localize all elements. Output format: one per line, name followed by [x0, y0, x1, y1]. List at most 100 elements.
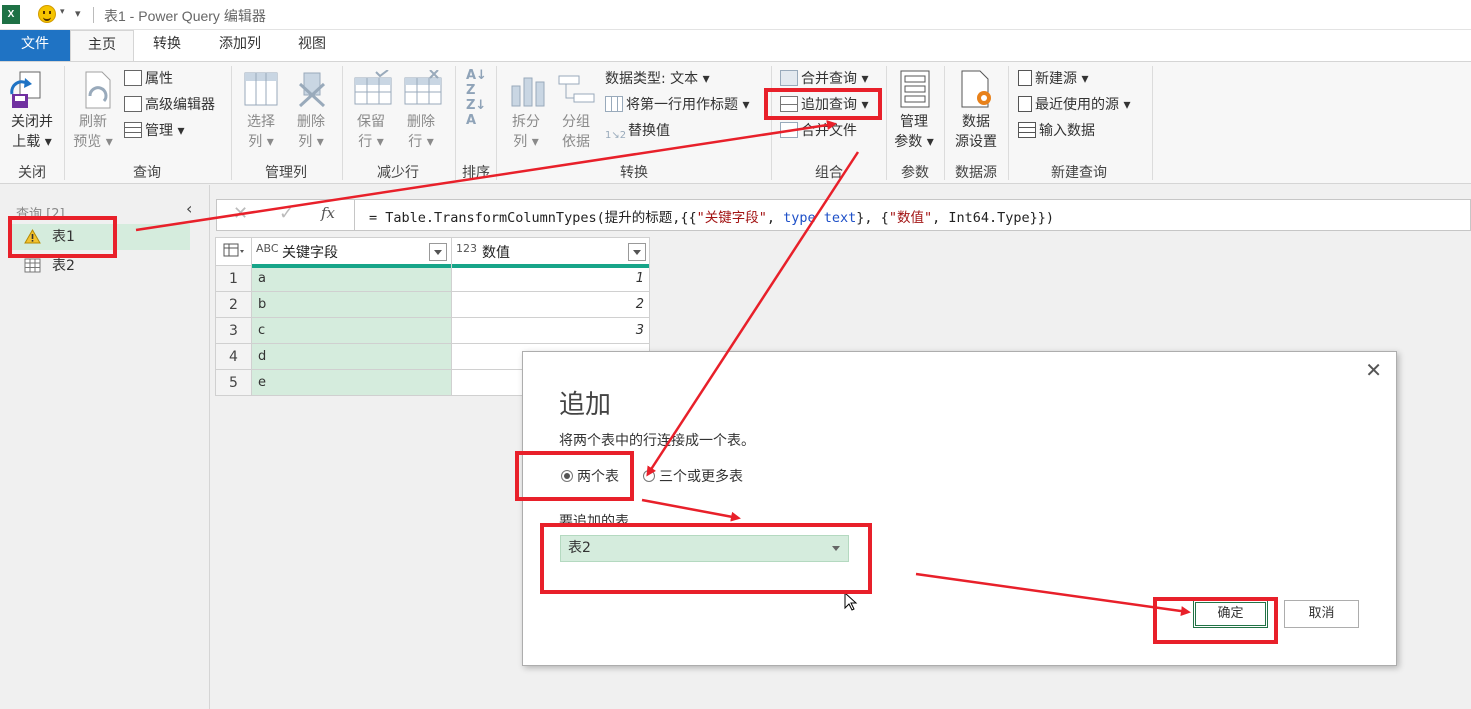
close-and-load-icon[interactable]: [10, 70, 44, 110]
enter-data-button[interactable]: 输入数据: [1018, 120, 1095, 142]
use-first-row-as-headers-button: 将第一行用作标题 ▾: [605, 94, 749, 116]
cancel-button[interactable]: 取消: [1284, 600, 1359, 628]
properties-button[interactable]: 属性: [124, 68, 173, 90]
group-label-parameters: 参数: [901, 165, 929, 181]
group-by-icon: [558, 75, 595, 103]
cell[interactable]: 1: [451, 265, 650, 292]
table-row[interactable]: 3c3: [215, 317, 650, 344]
manage-parameters-button[interactable]: 管理 参数 ▾: [888, 112, 940, 152]
group-label-combine: 组合: [815, 165, 843, 181]
recent-sources-icon: [1018, 96, 1032, 112]
formula-text[interactable]: = Table.TransformColumnTypes(提升的标题,{{"关键…: [369, 206, 1054, 226]
query-item-table2[interactable]: 表2: [12, 253, 190, 279]
collapse-pane-icon[interactable]: ‹: [186, 199, 192, 218]
function-icon[interactable]: fx: [321, 204, 335, 222]
data-source-settings-button[interactable]: 数据 源设置: [948, 112, 1004, 152]
radio-two-tables[interactable]: 两个表: [561, 466, 619, 486]
radio-unselected-icon: [643, 470, 655, 482]
table-icon: [24, 258, 41, 273]
tab-add-column[interactable]: 添加列: [204, 30, 276, 61]
group-label-transform: 转换: [620, 165, 648, 181]
warning-icon: [24, 229, 41, 244]
column-header-key[interactable]: ABC 关键字段: [251, 237, 452, 268]
recent-sources-button[interactable]: 最近使用的源 ▾: [1018, 94, 1130, 116]
enter-data-icon: [1018, 122, 1036, 138]
window-title: 表1 - Power Query 编辑器: [104, 8, 266, 24]
title-separator: [93, 7, 94, 23]
text-type-icon[interactable]: ABC: [256, 242, 279, 255]
column-header-label: 关键字段: [282, 244, 338, 261]
group-label-sort: 排序: [462, 165, 490, 181]
remove-rows-button: 删除行 ▾: [407, 114, 435, 150]
table-menu-button[interactable]: [215, 237, 252, 266]
table-row[interactable]: 2b2: [215, 291, 650, 318]
new-source-button[interactable]: 新建源 ▾: [1018, 68, 1088, 90]
chevron-down-icon: [832, 546, 840, 551]
tab-home[interactable]: 主页: [70, 30, 134, 61]
dialog-description: 将两个表中的行连接成一个表。: [559, 433, 755, 449]
ribbon-tabs: 文件 主页 转换 添加列 视图: [0, 30, 1471, 61]
manage-button[interactable]: 管理 ▾: [124, 120, 184, 142]
number-type-icon[interactable]: 123: [456, 242, 477, 255]
sort-descending-icon: Z↓ A: [466, 98, 487, 128]
column-header-value[interactable]: 123 数值: [451, 237, 650, 268]
formula-bar-buttons: ✕ ✓ fx: [217, 200, 355, 230]
manage-icon: [124, 122, 142, 138]
customize-qat-icon[interactable]: ▾: [75, 7, 81, 20]
queries-pane-title: 查询 [2]: [16, 207, 65, 222]
table-header-icon: [605, 96, 623, 112]
column-quality-bar: [252, 263, 451, 268]
properties-icon: [124, 70, 142, 86]
close-icon[interactable]: ✕: [1365, 358, 1382, 382]
cell[interactable]: a: [251, 265, 452, 292]
formula-bar: ✕ ✓ fx = Table.TransformColumnTypes(提升的标…: [216, 199, 1471, 231]
row-number: 5: [215, 369, 252, 396]
group-label-data-sources: 数据源: [955, 165, 997, 181]
close-and-load-button[interactable]: 关闭并 上载 ▾: [2, 112, 62, 152]
cancel-icon[interactable]: ✕: [233, 203, 248, 224]
caret-down-icon[interactable]: ▾: [60, 7, 65, 17]
cell[interactable]: b: [251, 291, 452, 318]
split-column-button: 拆分列 ▾: [512, 114, 540, 150]
choose-columns-button: 选择列 ▾: [247, 114, 275, 150]
refresh-preview-button: 刷新 预览 ▾: [73, 114, 113, 150]
new-source-icon: [1018, 70, 1032, 86]
append-dialog: ✕ 追加 将两个表中的行连接成一个表。 两个表 三个或更多表 要追加的表 表2 …: [522, 351, 1397, 666]
tab-file[interactable]: 文件: [0, 30, 70, 61]
tab-transform[interactable]: 转换: [136, 30, 198, 61]
radio-three-or-more-tables[interactable]: 三个或更多表: [643, 466, 743, 486]
cell[interactable]: 2: [451, 291, 650, 318]
cell[interactable]: e: [251, 369, 452, 396]
row-number: 3: [215, 317, 252, 344]
cell[interactable]: c: [251, 317, 452, 344]
combine-files-icon: [780, 122, 798, 138]
sort-ascending-icon: A↓ Z: [466, 68, 487, 98]
cell[interactable]: d: [251, 343, 452, 370]
merge-queries-button: 合并查询 ▾: [780, 68, 868, 90]
title-bar: X ▾ ▾ 表1 - Power Query 编辑器: [0, 0, 1471, 30]
column-filter-button[interactable]: [628, 242, 646, 261]
advanced-editor-button[interactable]: 高级编辑器: [124, 94, 215, 116]
row-number: 4: [215, 343, 252, 370]
group-by-button: 分组 依据: [562, 114, 590, 150]
confirm-icon[interactable]: ✓: [279, 203, 294, 224]
smiley-icon[interactable]: [38, 5, 56, 23]
table-to-append-select[interactable]: 表2: [560, 535, 849, 562]
table-row[interactable]: 1a1: [215, 265, 650, 292]
cell[interactable]: 3: [451, 317, 650, 344]
replace-values-icon: 1↘2: [605, 130, 627, 141]
split-column-icon: [511, 77, 545, 107]
append-queries-icon: [780, 96, 798, 112]
query-item-table1[interactable]: 表1: [12, 224, 190, 250]
column-filter-button[interactable]: [429, 242, 447, 261]
append-queries-button[interactable]: 追加查询 ▾: [780, 94, 868, 116]
remove-columns-button: 删除列 ▾: [297, 114, 325, 150]
ok-button[interactable]: 确定: [1193, 600, 1268, 628]
combine-files-button: 合并文件: [780, 120, 857, 142]
tab-view[interactable]: 视图: [282, 30, 342, 61]
query-item-label: 表1: [52, 229, 75, 245]
data-source-settings-icon[interactable]: [960, 70, 996, 110]
ribbon: 关闭并 上载 ▾ 关闭 刷新 预览 ▾ 属性 高级编辑器 管理 ▾ 查询 选择列 ▾…: [0, 61, 1471, 184]
manage-parameters-icon[interactable]: [900, 70, 930, 110]
queries-pane: 查询 [2] ‹ 表1 表2: [0, 185, 210, 709]
